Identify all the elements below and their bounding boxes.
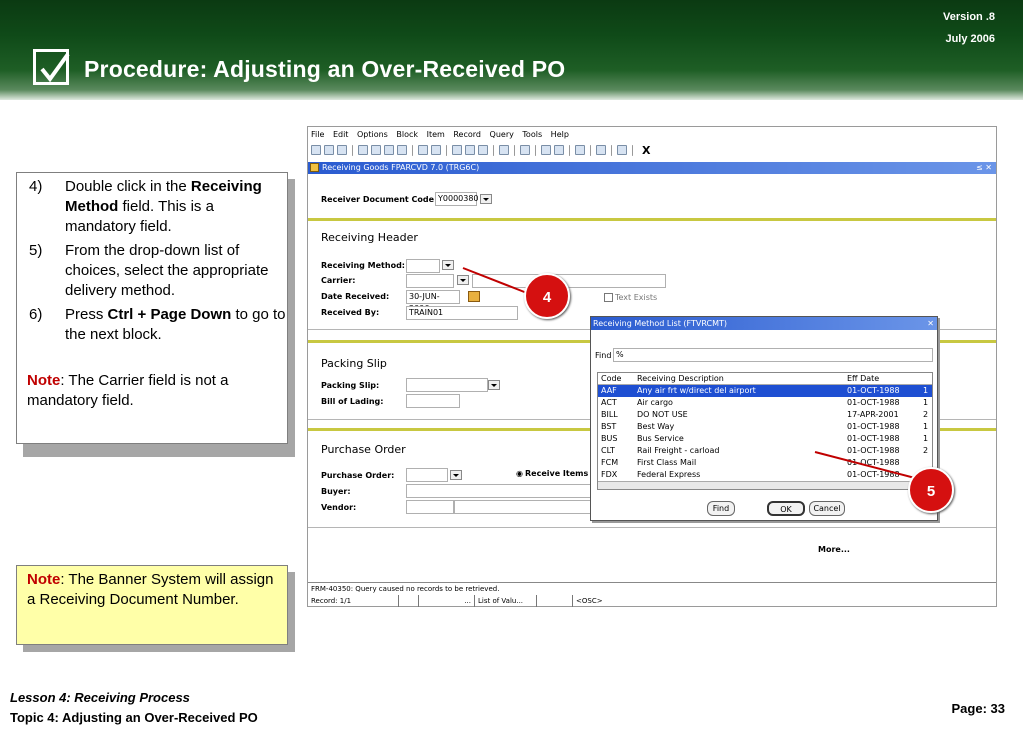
callout-4-pointer [462, 267, 533, 296]
callout-5: 5 [908, 467, 954, 513]
callout-4: 4 [524, 273, 570, 319]
callout-arrows [462, 267, 916, 479]
footer-lesson: Lesson 4: Receiving Process [10, 690, 190, 705]
footer-topic: Topic 4: Adjusting an Over-Received PO [10, 710, 258, 725]
page-number: Page: 33 [951, 701, 1005, 716]
callout-5-pointer [814, 451, 916, 479]
